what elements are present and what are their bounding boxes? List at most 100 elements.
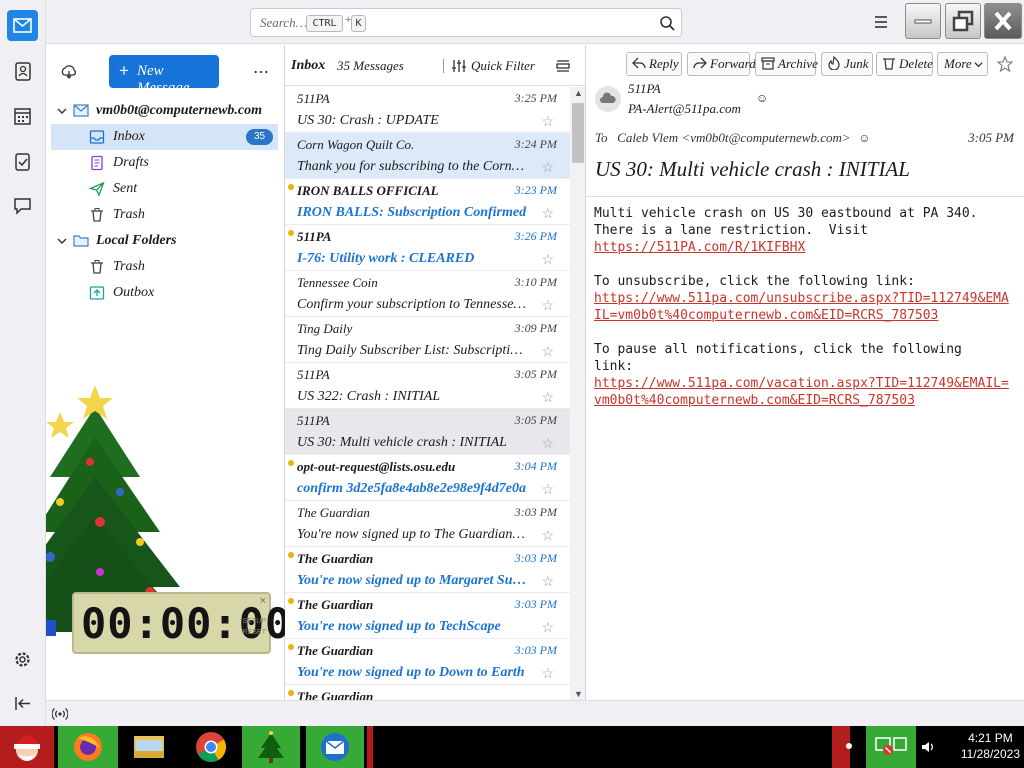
scroll-up-icon[interactable]: ▲ [574,88,583,98]
star-icon[interactable]: ☆ [541,205,554,222]
folder-pane-menu-button[interactable]: ⋯ [253,62,270,82]
thread-row[interactable]: IRON BALLS OFFICIAL IRON BALLS: Subscript… [285,179,570,225]
thread-row[interactable]: 511PA US 30: Multi vehicle crash : INITIA… [285,409,570,455]
taskbar-firefox[interactable] [58,726,118,768]
folder-trash[interactable]: Trash [51,202,278,228]
taskbar-thunderbird[interactable] [306,726,364,768]
link-511pa-route[interactable]: https://511PA.com/R/1KIFBHX [594,240,805,255]
scroll-down-icon[interactable]: ▼ [574,689,583,699]
chat-button[interactable] [7,190,38,221]
to-label: To [595,130,608,145]
star-icon[interactable]: ☆ [541,297,554,314]
sender-address[interactable]: PA-Alert@511pa.com [628,101,741,117]
folder-inbox[interactable]: Inbox 35 [51,124,278,150]
unread-dot-icon[interactable] [288,460,294,466]
chevron-down-icon[interactable] [56,235,68,247]
restore-button[interactable] [945,3,981,39]
delete-button[interactable]: Delete [876,52,933,76]
taskbar-clock[interactable]: 4:21 PM 11/28/2023 [961,730,1020,762]
clock-setup-label[interactable]: SETUP [243,616,266,627]
folder-local-trash[interactable]: Trash [51,254,278,280]
star-icon[interactable] [997,56,1013,72]
unread-dot-icon[interactable] [288,690,294,696]
star-icon[interactable]: ☆ [541,251,554,268]
junk-button[interactable]: Junk [821,52,873,76]
thread-date: 3:23 PM [514,183,557,197]
new-message-button[interactable]: + New Message [109,55,219,96]
thread-row[interactable]: opt-out-request@lists.osu.edu confirm 3d2… [285,455,570,501]
get-messages-icon[interactable] [60,63,78,81]
folder-outbox[interactable]: Outbox [51,280,278,306]
close-gadget-icon[interactable]: × [260,595,266,607]
scroll-thumb[interactable] [572,103,584,163]
quick-filter-button[interactable]: Quick Filter [471,58,535,74]
online-status-icon[interactable] [52,707,68,721]
unread-dot-icon[interactable] [288,644,294,650]
tray-network-area[interactable] [866,726,916,768]
address-book-button[interactable] [7,56,38,87]
settings-button[interactable] [7,644,38,675]
start-button[interactable] [0,726,54,768]
reply-button[interactable]: Reply [626,52,682,76]
thread-row[interactable]: The Guardian You're now signed up to Down… [285,639,570,685]
folder-sent[interactable]: Sent [51,176,278,202]
search-box[interactable]: Search… CTRL + K [250,8,682,37]
star-icon[interactable]: ☆ [541,435,554,452]
search-icon[interactable] [659,15,676,32]
archive-button[interactable]: Archive [755,52,818,76]
thread-row[interactable]: Tennessee Coin Confirm your subscription … [285,271,570,317]
star-icon[interactable]: ☆ [541,527,554,544]
folder-drafts[interactable]: Drafts [51,150,278,176]
forward-button[interactable]: Forward [687,52,756,76]
pause-notifications-link[interactable]: https://www.511pa.com/vacation.aspx?TID=… [594,376,1009,408]
contact-icon[interactable]: ☺ [756,91,768,105]
thread-row[interactable]: The Guardian You're now signed up to Marg… [285,547,570,593]
star-icon[interactable]: ☆ [541,389,554,406]
thread-row[interactable]: 511PA I-76: Utility work : CLEARED 3:26 PM… [285,225,570,271]
account-row[interactable]: vm0b0t@computernewb.com [51,98,278,124]
unread-dot-icon[interactable] [288,552,294,558]
minimize-button[interactable] [905,3,941,39]
folder-label: Outbox [113,285,155,300]
star-icon[interactable]: ☆ [541,619,554,636]
unread-dot-icon[interactable] [288,184,294,190]
more-button[interactable]: More [937,52,988,76]
thread-row[interactable]: The Guardian☆ [285,685,570,700]
close-button[interactable] [984,3,1022,39]
contact-icon[interactable]: ☺ [858,131,870,145]
recipient-value[interactable]: Caleb Vlem <vm0b0t@computernewb.com> [617,130,851,145]
thread-row[interactable]: The Guardian You're now signed up to Tech… [285,593,570,639]
tray-dot-icon[interactable] [846,743,852,749]
thread-subject: US 322: Crash : INITIAL [297,389,441,404]
star-icon[interactable]: ☆ [541,343,554,360]
unread-dot-icon[interactable] [288,230,294,236]
taskbar-tree-gadget[interactable] [242,726,300,768]
unsubscribe-link[interactable]: https://www.511pa.com/unsubscribe.aspx?T… [594,291,1009,323]
thread-row[interactable]: 511PA US 322: Crash : INITIAL 3:05 PM ☆ [285,363,570,409]
list-options-icon[interactable] [555,58,571,74]
local-folders-row[interactable]: Local Folders [51,228,278,254]
taskbar-chrome[interactable] [186,726,236,768]
unread-dot-icon[interactable] [288,598,294,604]
star-icon[interactable]: ☆ [541,665,554,682]
message-list-scrollbar[interactable]: ▲ ▼ [570,87,585,700]
star-icon[interactable]: ☆ [541,159,554,176]
mail-space-button[interactable] [7,10,38,41]
app-menu-button[interactable] [870,12,892,32]
chevron-down-icon[interactable] [56,105,68,117]
clock-reset-label[interactable]: RESET [243,627,266,638]
sender-name[interactable]: 511PA [628,81,661,97]
star-icon[interactable]: ☆ [541,481,554,498]
collapse-spaces-button[interactable] [7,688,38,719]
calendar-button[interactable] [7,101,38,132]
star-icon[interactable]: ☆ [541,573,554,590]
thread-row[interactable]: The Guardian You're now signed up to The … [285,501,570,547]
volume-icon[interactable] [920,739,936,755]
taskbar-explorer[interactable] [124,726,174,768]
star-icon[interactable]: ☆ [541,113,554,130]
thread-row[interactable]: 511PA US 30: Crash : UPDATE 3:25 PM ☆ [285,87,570,133]
thread-row[interactable]: Ting Daily Ting Daily Subscriber List: Su… [285,317,570,363]
thread-row[interactable]: Corn Wagon Quilt Co. Thank you for subscr… [285,133,570,179]
search-input[interactable]: Search… [260,15,307,31]
tasks-button[interactable] [7,146,38,177]
